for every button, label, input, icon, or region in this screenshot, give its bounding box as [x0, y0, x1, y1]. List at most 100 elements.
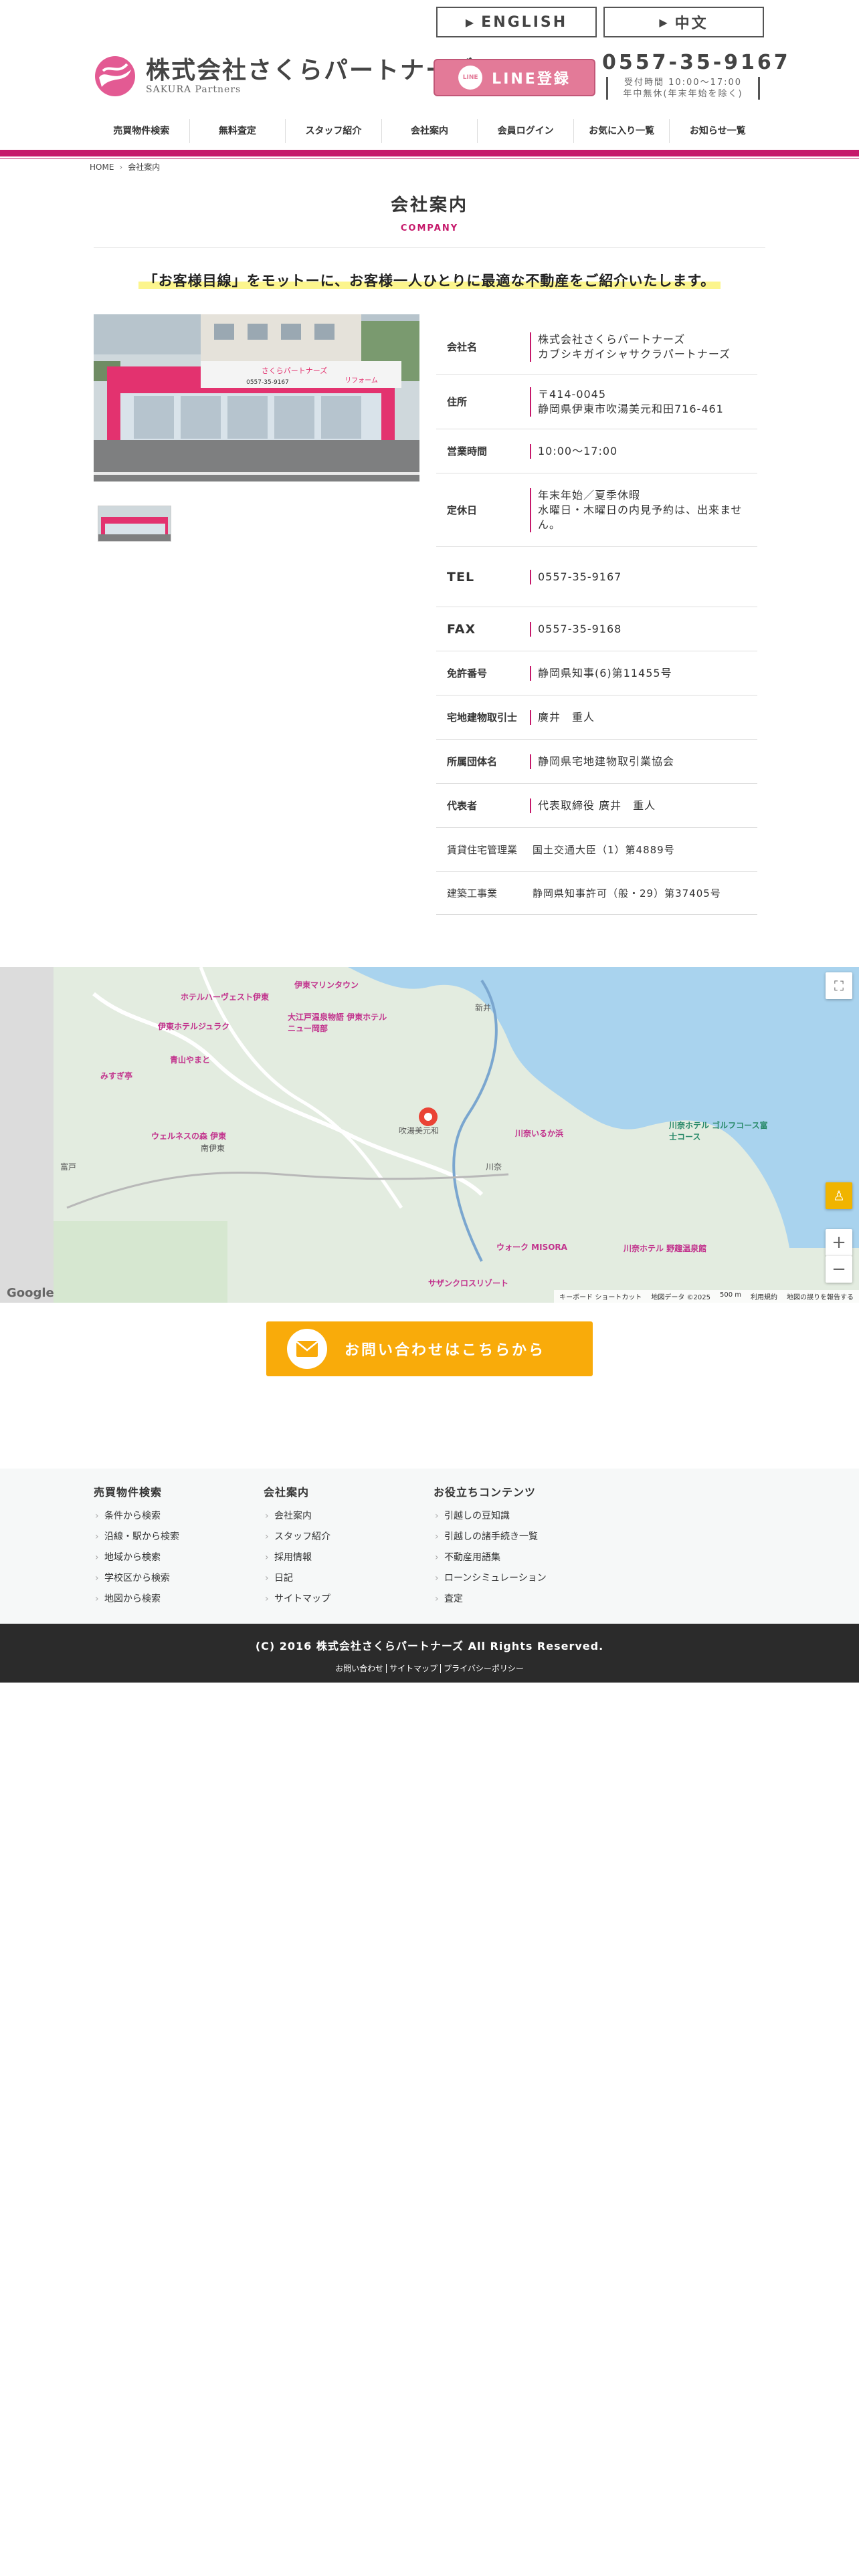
phone-number[interactable]: 0557-35-9167 [602, 51, 791, 74]
info-row: 建築工事業 静岡県知事許可（般・29）第37405号 [436, 872, 757, 915]
footer-link[interactable]: 条件から検索 [94, 1506, 179, 1527]
info-label: 会社名 [447, 341, 478, 353]
footer-link[interactable]: 地域から検索 [94, 1547, 179, 1568]
breadcrumb-home[interactable]: HOME [90, 163, 114, 172]
nav-favorites[interactable]: お気に入り一覧 [574, 119, 670, 143]
copyright-text: (C) 2016 株式会社さくらパートナーズ All Rights Reserv… [255, 1640, 604, 1652]
play-icon: ▶ [465, 15, 476, 29]
language-switcher: ▶ ENGLISH ▶ 中文 [436, 7, 764, 37]
sign-main-text: さくらパートナーズ [262, 366, 327, 375]
map-place: 川奈 [486, 1162, 502, 1172]
info-label: 定休日 [447, 504, 478, 516]
info-value: 静岡県宅地建物取引業協会 [530, 754, 757, 769]
info-label: 建築工事業 [447, 887, 498, 899]
footer-link[interactable]: 採用情報 [264, 1547, 330, 1568]
site-logo[interactable]: 株式会社さくらパートナーズ SAKURA Partners [94, 55, 475, 98]
global-nav: 売買物件検索 無料査定 スタッフ紹介 会社案内 会員ログイン お気に入り一覧 お… [94, 119, 765, 143]
nav-news[interactable]: お知らせ一覧 [670, 119, 765, 143]
info-value: 代表取締役 廣井 重人 [530, 798, 757, 813]
nav-free-appraisal[interactable]: 無料査定 [190, 119, 286, 143]
zoom-in-icon[interactable]: + [826, 1229, 852, 1256]
footer-link[interactable]: 不動産用語集 [434, 1547, 547, 1568]
english-button[interactable]: ▶ ENGLISH [436, 7, 597, 37]
logo-name-en: SAKURA Partners [146, 84, 242, 95]
keyboard-shortcuts-link[interactable]: キーボード ショートカット [559, 1291, 642, 1301]
map-place[interactable]: ウォーク MISORA [496, 1241, 590, 1253]
footer-link[interactable]: 引越しの諸手続き一覧 [434, 1527, 547, 1547]
google-map[interactable]: 伊東マリンタウン ホテルハーヴェスト伊東 伊東ホテルジュラク 大江戸温泉物語 伊… [0, 967, 859, 1303]
footer-column: 会社案内会社案内スタッフ紹介採用情報日記サイトマップ [264, 1483, 330, 1610]
map-place[interactable]: 川奈ホテル ゴルフコース富士コース [669, 1119, 769, 1142]
map-place[interactable]: 川奈ホテル 野趣温泉館 [624, 1243, 706, 1254]
line-register-button[interactable]: LINE LINE登録 [434, 59, 595, 96]
logo-name: 株式会社さくらパートナーズ [146, 57, 476, 84]
info-value-line: 静岡県知事(6)第11455号 [538, 666, 672, 679]
sign-tel-text: 0557-35-9167 [246, 379, 289, 386]
footer-link[interactable]: 査定 [434, 1589, 547, 1610]
info-value: 0557-35-9168 [530, 621, 757, 637]
info-value-line: 〒414-0045 [538, 387, 607, 401]
map-place[interactable]: サザンクロスリゾート [428, 1277, 508, 1289]
info-label: TEL [447, 569, 475, 584]
chevron-right-icon: › [119, 163, 123, 172]
footer-link[interactable]: 地図から検索 [94, 1589, 179, 1610]
footer-link[interactable]: スタッフ紹介 [264, 1527, 330, 1547]
map-place[interactable]: 大江戸温泉物語 伊東ホテルニュー岡部 [288, 1011, 388, 1034]
info-value: 0557-35-9167 [530, 569, 757, 584]
footer-link-contact[interactable]: お問い合わせ [332, 1664, 387, 1673]
map-place[interactable]: ホテルハーヴェスト伊東 [181, 991, 269, 1002]
info-value-line: 0557-35-9167 [538, 570, 622, 583]
footer-link[interactable]: 日記 [264, 1568, 330, 1589]
map-place[interactable]: みすぎ亭 [100, 1070, 132, 1081]
info-value: 年末年始／夏季休暇 水曜日・木曜日の内見予約は、出来ませ ん。 [530, 488, 757, 532]
nav-staff[interactable]: スタッフ紹介 [286, 119, 382, 143]
info-row: 宅地建物取引士 廣井 重人 [436, 695, 757, 740]
info-row: 住所 〒414-0045 静岡県伊東市吹湯美元和田716-461 [436, 374, 757, 429]
footer-link-sitemap[interactable]: サイトマップ [387, 1664, 442, 1673]
map-footer: キーボード ショートカット 地図データ ©2025 500 m 利用規約 地図の… [554, 1290, 859, 1303]
contact-cta-button[interactable]: お問い合わせはこちらから [266, 1321, 593, 1376]
info-value: 株式会社さくらパートナーズ カブシキガイシャサクラパートナーズ [530, 332, 757, 362]
map-place[interactable]: 青山やまと [170, 1054, 210, 1065]
info-row: 定休日 年末年始／夏季休暇 水曜日・木曜日の内見予約は、出来ませ ん。 [436, 473, 757, 547]
footer-link[interactable]: ローンシミュレーション [434, 1568, 547, 1589]
street-view-pegman-icon[interactable]: ♙ [826, 1182, 852, 1209]
info-value: 廣井 重人 [530, 710, 757, 725]
company-info-table: 会社名 株式会社さくらパートナーズ カブシキガイシャサクラパートナーズ住所 〒414-… [436, 320, 757, 915]
footer-nav: 売買物件検索条件から検索沿線・駅から検索地域から検索学校区から検索地図から検索 会… [0, 1469, 859, 1624]
info-value-line: 10:00〜17:00 [538, 444, 618, 457]
nav-member-login[interactable]: 会員ログイン [478, 119, 574, 143]
footer-link[interactable]: 沿線・駅から検索 [94, 1527, 179, 1547]
motto: 「お客様目線」をモットーに、お客様一人ひとりに最適な不動産をご紹介いたします。 [0, 270, 859, 290]
footer-link[interactable]: 会社案内 [264, 1506, 330, 1527]
info-value: 国土交通大臣（1）第4889号 [533, 844, 675, 856]
info-value-line: 水曜日・木曜日の内見予約は、出来ませ [538, 503, 743, 516]
sign-sub-text: リフォーム [345, 377, 378, 385]
info-label: 賃貸住宅管理業 [447, 844, 518, 856]
map-place[interactable]: 伊東マリンタウン [294, 979, 359, 990]
info-row: TEL 0557-35-9167 [436, 547, 757, 607]
info-value-line: 年末年始／夏季休暇 [538, 488, 641, 502]
map-scale: 500 m [719, 1291, 741, 1299]
zoom-out-icon[interactable]: − [826, 1256, 852, 1283]
info-label: FAX [447, 621, 476, 637]
nav-company[interactable]: 会社案内 [382, 119, 478, 143]
footer-link-privacy[interactable]: プライバシーポリシー [441, 1664, 527, 1673]
footer-link[interactable]: 引越しの豆知識 [434, 1506, 547, 1527]
page-subtitle: COMPANY [400, 223, 459, 233]
info-row: FAX 0557-35-9168 [436, 607, 757, 651]
footer-link[interactable]: 学校区から検索 [94, 1568, 179, 1589]
store-photo-thumbnail[interactable] [98, 506, 171, 542]
map-place: 吹湯美元和 [399, 1126, 440, 1136]
nav-property-search[interactable]: 売買物件検索 [94, 119, 190, 143]
store-photo: さくらパートナーズ リフォーム 0557-35-9167 [94, 314, 419, 481]
map-place[interactable]: 伊東ホテルジュラク [158, 1021, 229, 1032]
map-place[interactable]: 川奈いるか浜 [515, 1128, 563, 1139]
chinese-button[interactable]: ▶ 中文 [603, 7, 764, 37]
fullscreen-icon[interactable]: ⛶ [826, 972, 852, 999]
info-value: 〒414-0045 静岡県伊東市吹湯美元和田716-461 [530, 387, 757, 417]
report-error-link[interactable]: 地図の誤りを報告する [787, 1291, 854, 1301]
terms-link[interactable]: 利用規約 [751, 1291, 777, 1301]
map-place[interactable]: ウェルネスの森 伊東 [151, 1130, 226, 1142]
footer-link[interactable]: サイトマップ [264, 1589, 330, 1610]
